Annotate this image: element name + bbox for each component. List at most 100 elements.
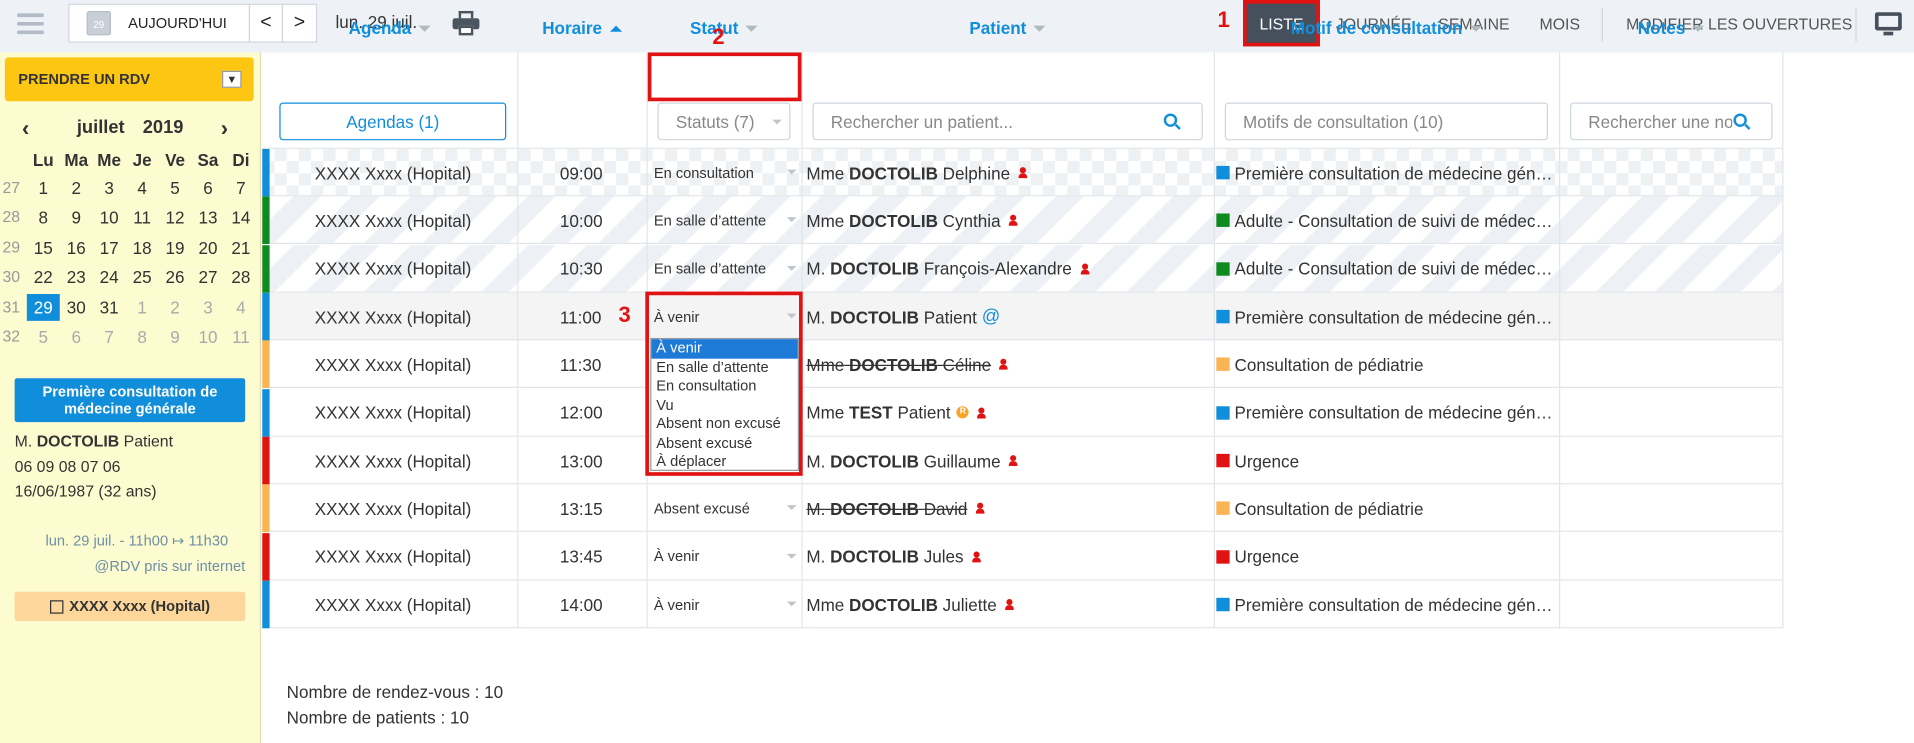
calendar-day[interactable]: 17 (93, 234, 126, 261)
calendar-day[interactable]: 1 (126, 294, 159, 321)
notes-cell[interactable] (1560, 245, 1783, 293)
calendar-day[interactable]: 20 (192, 234, 225, 261)
appointment-patient[interactable]: M. DOCTOLIB Patient (15, 432, 173, 450)
screen-icon[interactable] (1874, 12, 1902, 36)
calendar-day[interactable]: 5 (159, 174, 192, 201)
calendar-day[interactable]: 4 (126, 174, 159, 201)
calendar-day[interactable]: 5 (27, 323, 60, 350)
hamburger-menu-icon[interactable] (17, 13, 44, 35)
patient-cell[interactable]: Mme DOCTOLIB Céline (806, 341, 1213, 389)
patient-cell[interactable]: M. DOCTOLIB Guillaume (806, 437, 1213, 485)
calendar-day[interactable]: 25 (126, 264, 159, 291)
calendar-day[interactable]: 6 (192, 174, 225, 201)
patient-cell[interactable]: M. DOCTOLIB Jules (806, 533, 1213, 581)
patient-search-input[interactable]: Rechercher un patient... (812, 102, 1203, 141)
calendar-day[interactable]: 26 (159, 264, 192, 291)
calendar-day[interactable]: 7 (93, 323, 126, 350)
notes-cell[interactable] (1560, 197, 1783, 245)
calendar-day[interactable]: 9 (159, 323, 192, 350)
annotation-2: 2 (712, 24, 725, 49)
notes-cell[interactable] (1560, 341, 1783, 389)
status-select[interactable]: À venir (654, 581, 806, 629)
calendar-day[interactable]: 28 (224, 264, 257, 291)
status-filter[interactable]: Statuts (7) (657, 102, 791, 141)
table-row[interactable]: XXXX Xxxx (Hopital) 10:30 En salle d’atten… (262, 244, 1784, 293)
patient-cell[interactable]: Mme DOCTOLIB Juliette (806, 581, 1213, 629)
calendar-day[interactable]: 10 (93, 204, 126, 231)
appointment-agenda-badge[interactable]: XXXX Xxxx (Hopital) (14, 591, 246, 621)
calendar-day[interactable]: 7 (224, 174, 257, 201)
calendar-day[interactable]: 10 (192, 323, 225, 350)
table-row[interactable]: XXXX Xxxx (Hopital) 09:00 En consultation M… (262, 148, 1784, 197)
calendar-day[interactable]: 15 (27, 234, 60, 261)
table-row[interactable]: XXXX Xxxx (Hopital) 13:00 M. DOCTOLIB Guil… (262, 436, 1784, 485)
status-select[interactable]: En salle d’attente (654, 245, 806, 293)
status-select[interactable]: En consultation (654, 149, 806, 197)
status-select[interactable]: À venir (654, 533, 806, 581)
calendar-day[interactable]: 22 (27, 264, 60, 291)
patient-cell[interactable]: Mme DOCTOLIB Delphine (806, 149, 1213, 197)
calendar-day[interactable]: 2 (159, 294, 192, 321)
table-row[interactable]: XXXX Xxxx (Hopital) 10:00 En salle d’atten… (262, 196, 1784, 245)
motif-filter[interactable]: Motifs de consultation (10) (1224, 102, 1549, 141)
notes-cell[interactable] (1560, 485, 1783, 533)
calendar-day[interactable]: 3 (192, 294, 225, 321)
notes-cell[interactable] (1560, 293, 1783, 341)
calendar-day[interactable]: 2 (60, 174, 93, 201)
calendar-day[interactable]: 11 (224, 323, 257, 350)
calendar-day[interactable]: 31 (93, 294, 126, 321)
status-select[interactable]: En salle d’attente (654, 197, 806, 245)
calendar-day[interactable]: 27 (192, 264, 225, 291)
chevron-down-icon[interactable]: ▼ (222, 70, 242, 88)
notes-cell[interactable] (1560, 149, 1783, 197)
column-header-notes[interactable]: Notes (1559, 6, 1783, 50)
calendar-day[interactable]: 12 (159, 204, 192, 231)
column-header-horaire[interactable]: Horaire (517, 6, 646, 50)
table-row[interactable]: XXXX Xxxx (Hopital) 14:00 À venir Mme DOCTO… (262, 580, 1784, 629)
calendar-day[interactable]: 19 (159, 234, 192, 261)
patient-cell[interactable]: M. DOCTOLIB David (806, 485, 1213, 533)
calendar-day[interactable]: 3 (93, 174, 126, 201)
notes-cell[interactable] (1560, 389, 1783, 437)
table-row[interactable]: XXXX Xxxx (Hopital) 12:00 Mme TEST Patient… (262, 388, 1784, 437)
calendar-day[interactable]: 21 (224, 234, 257, 261)
table-row[interactable]: XXXX Xxxx (Hopital) 11:30 Mme DOCTOLIB Cél… (262, 340, 1784, 389)
calendar-next-month-button[interactable]: › (221, 116, 228, 142)
book-appointment-button[interactable]: PRENDRE UN RDV ▼ (4, 57, 254, 102)
user-icon (975, 503, 985, 515)
notes-cell[interactable] (1560, 533, 1783, 581)
column-header-motif[interactable]: Motif de consultation (1214, 6, 1559, 50)
table-row[interactable]: XXXX Xxxx (Hopital) 13:45 À venir M. DOCTOL… (262, 532, 1784, 581)
calendar-day[interactable]: 1 (27, 174, 60, 201)
column-header-patient[interactable]: Patient (801, 6, 1213, 50)
calendar-day[interactable]: 11 (126, 204, 159, 231)
notes-cell[interactable] (1560, 581, 1783, 629)
calendar-day[interactable]: 24 (93, 264, 126, 291)
calendar-day[interactable]: 13 (192, 204, 225, 231)
sort-caret-icon (745, 25, 758, 32)
table-row[interactable]: XXXX Xxxx (Hopital) 11:00 À venir M. DOCTOL… (262, 292, 1784, 341)
calendar-day[interactable]: 4 (224, 294, 257, 321)
calendar-day[interactable]: 16 (60, 234, 93, 261)
patient-cell[interactable]: Mme TEST Patient R (806, 389, 1213, 437)
status-select[interactable]: Absent excusé (654, 485, 806, 533)
calendar-prev-month-button[interactable]: ‹ (22, 116, 29, 142)
calendar-day[interactable]: 9 (60, 204, 93, 231)
calendar-day[interactable]: 8 (126, 323, 159, 350)
column-header-agenda[interactable]: Agenda (262, 6, 517, 50)
calendar-day[interactable]: 29 (26, 293, 60, 321)
agenda-filter[interactable]: Agendas (1) (279, 102, 507, 141)
calendar-day[interactable]: 18 (126, 234, 159, 261)
patient-cell[interactable]: M. DOCTOLIB Patient @ (806, 293, 1213, 341)
calendar-day[interactable]: 8 (27, 204, 60, 231)
notes-cell[interactable] (1560, 437, 1783, 485)
calendar-day[interactable]: 23 (60, 264, 93, 291)
calendar-day[interactable]: 6 (60, 323, 93, 350)
calendar-day[interactable]: 14 (224, 204, 257, 231)
patient-cell[interactable]: Mme DOCTOLIB Cynthia (806, 197, 1213, 245)
calendar-day[interactable]: 30 (60, 294, 93, 321)
table-row[interactable]: XXXX Xxxx (Hopital) 13:15 Absent excusé M. … (262, 484, 1784, 533)
notes-search-input[interactable]: Rechercher une note (1569, 102, 1773, 141)
patient-cell[interactable]: M. DOCTOLIB François-Alexandre (806, 245, 1213, 293)
today-button[interactable]: 29 AUJOURD'HUI (68, 3, 251, 43)
